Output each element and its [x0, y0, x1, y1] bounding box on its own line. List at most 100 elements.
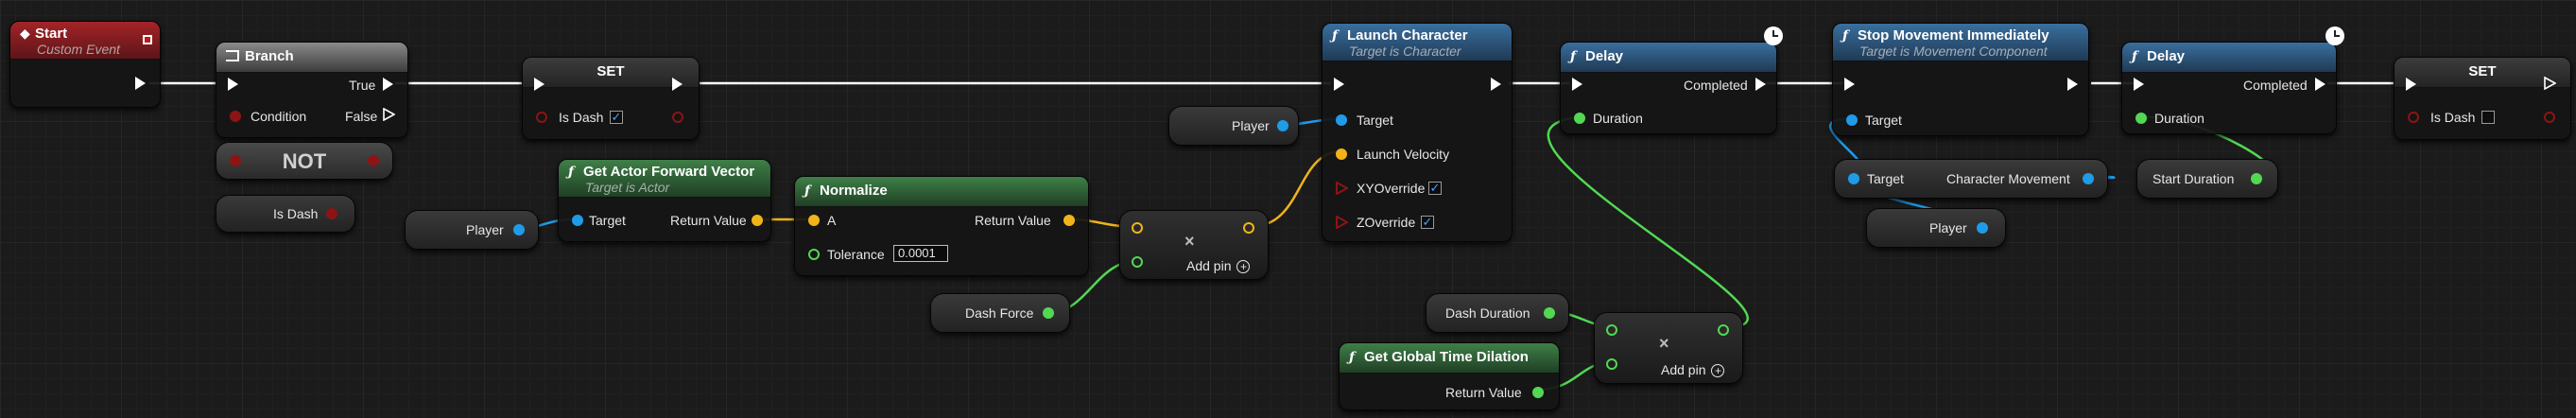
set-1-exec-out-pin[interactable] — [672, 78, 683, 91]
dash-force-variable-node[interactable]: Dash Force — [930, 293, 1070, 333]
delay-1-completed-pin[interactable] — [1755, 78, 1766, 91]
stop-movement-immediately-node[interactable]: ƒ Stop Movement Immediately Target is Mov… — [1832, 23, 2089, 136]
launch-target-pin[interactable] — [1336, 114, 1347, 126]
is-dash-getter-node[interactable]: Is Dash — [216, 195, 355, 233]
set-2-exec-in-pin[interactable] — [2406, 78, 2416, 91]
set-1-title: SET — [596, 63, 625, 79]
delay-2-title: Delay — [2147, 48, 2186, 64]
forward-title: Get Actor Forward Vector — [583, 164, 755, 180]
multiply-1-out-pin[interactable] — [1243, 222, 1254, 234]
wire-mul-duration — [1547, 115, 1749, 329]
launch-z-override-checkbox[interactable]: ✓ — [1421, 216, 1434, 229]
start-exec-out-pin[interactable] — [135, 77, 146, 90]
branch-exec-in-pin[interactable] — [228, 78, 238, 91]
normalize-header: ƒ Normalize — [795, 177, 1088, 207]
forward-subtitle: Target is Actor — [585, 180, 670, 195]
multiply-icon: × — [1659, 334, 1669, 353]
launch-exec-out-pin[interactable] — [1491, 78, 1501, 91]
delay-2-duration-pin[interactable] — [2135, 113, 2147, 124]
branch-node[interactable]: Branch Condition True False — [216, 42, 408, 138]
launch-z-override-pin[interactable] — [1336, 216, 1348, 229]
player-variable-node-2[interactable]: Player — [1168, 106, 1299, 146]
normalize-tolerance-input[interactable]: 0.0001 — [893, 245, 948, 262]
multiply-1-b-pin[interactable] — [1132, 256, 1143, 268]
stop-movement-exec-in-pin[interactable] — [1844, 78, 1855, 91]
multiply-2-add-pin-button[interactable]: Add pin + — [1661, 362, 1725, 377]
get-global-time-dilation-node[interactable]: ƒ Get Global Time Dilation Return Value — [1339, 342, 1560, 410]
stop-movement-exec-out-pin[interactable] — [2067, 78, 2078, 91]
player-2-out-pin[interactable] — [1277, 120, 1288, 131]
launch-velocity-pin[interactable] — [1336, 148, 1347, 160]
function-icon: ƒ — [1570, 49, 1577, 64]
set-1-is-dash-in-pin[interactable] — [536, 112, 547, 123]
stop-movement-target-pin[interactable] — [1846, 114, 1858, 126]
launch-xy-override-pin[interactable] — [1336, 182, 1348, 195]
start-duration-out-pin[interactable] — [2251, 173, 2262, 184]
multiply-1-add-pin-button[interactable]: Add pin + — [1186, 258, 1251, 273]
delay-2-completed-pin[interactable] — [2315, 78, 2325, 91]
player-3-out-pin[interactable] — [1977, 222, 1988, 234]
set-1-is-dash-out-pin[interactable] — [672, 112, 683, 123]
delay-1-exec-in-pin[interactable] — [1572, 78, 1582, 91]
forward-target-pin[interactable] — [572, 215, 583, 226]
set-1-is-dash-checkbox[interactable]: ✓ — [610, 111, 623, 124]
delay-node-1[interactable]: ƒ Delay Completed Duration — [1560, 42, 1777, 134]
set-2-exec-out-pin[interactable] — [2544, 77, 2556, 90]
forward-target-label: Target — [589, 213, 626, 228]
launch-character-node[interactable]: ƒ Launch Character Target is Character Ta… — [1322, 23, 1513, 242]
multiply-node-1[interactable]: × Add pin + — [1119, 210, 1269, 280]
not-out-pin[interactable] — [368, 155, 379, 166]
branch-condition-label: Condition — [251, 109, 307, 124]
character-movement-target-pin[interactable] — [1848, 173, 1859, 184]
multiply-2-b-pin[interactable] — [1606, 358, 1617, 370]
player-variable-node-1[interactable]: Player — [405, 210, 539, 250]
set-is-dash-node-1[interactable]: SET Is Dash ✓ — [522, 57, 700, 140]
set-is-dash-node-2[interactable]: SET Is Dash — [2394, 57, 2571, 140]
set-2-is-dash-checkbox[interactable] — [2481, 111, 2495, 124]
dash-duration-out-pin[interactable] — [1544, 307, 1555, 319]
delay-1-duration-pin[interactable] — [1574, 113, 1585, 124]
delay-2-exec-in-pin[interactable] — [2134, 78, 2144, 91]
set-2-is-dash-in-pin[interactable] — [2408, 112, 2419, 123]
player-variable-node-3[interactable]: Player — [1866, 208, 2006, 248]
delay-1-completed-label: Completed — [1684, 78, 1748, 93]
normalize-title: Normalize — [820, 183, 888, 199]
time-dilation-return-pin[interactable] — [1532, 387, 1544, 398]
get-actor-forward-vector-node[interactable]: ƒ Get Actor Forward Vector Target is Acto… — [558, 159, 771, 242]
normalize-return-pin[interactable] — [1063, 215, 1075, 226]
launch-xy-override-checkbox[interactable]: ✓ — [1428, 182, 1442, 195]
character-movement-node[interactable]: Target Character Movement — [1834, 159, 2108, 199]
branch-false-pin[interactable] — [383, 108, 395, 121]
stop-movement-title: Stop Movement Immediately — [1858, 27, 2049, 44]
normalize-a-pin[interactable] — [808, 215, 820, 226]
time-dilation-return-label: Return Value — [1445, 385, 1522, 400]
forward-return-pin[interactable] — [752, 215, 763, 226]
multiply-1-a-pin[interactable] — [1132, 222, 1143, 234]
dash-duration-variable-node[interactable]: Dash Duration — [1426, 293, 1569, 333]
normalize-tolerance-pin[interactable] — [808, 249, 820, 260]
character-movement-out-pin[interactable] — [2083, 173, 2094, 184]
multiply-2-a-pin[interactable] — [1606, 324, 1617, 336]
normalize-node[interactable]: ƒ Normalize A Return Value Tolerance 0.00… — [794, 176, 1089, 276]
launch-target-label: Target — [1357, 113, 1393, 128]
is-dash-getter-out-pin[interactable] — [326, 208, 337, 219]
launch-exec-in-pin[interactable] — [1334, 78, 1344, 91]
branch-true-pin[interactable] — [383, 78, 393, 91]
not-node[interactable]: NOT — [216, 142, 393, 180]
event-delegate-pin[interactable] — [143, 35, 152, 44]
delay-1-duration-label: Duration — [1593, 111, 1643, 126]
function-icon: ƒ — [2132, 49, 2138, 64]
multiply-2-out-pin[interactable] — [1718, 324, 1729, 336]
dash-force-out-pin[interactable] — [1043, 307, 1054, 319]
set-1-exec-in-pin[interactable] — [534, 78, 545, 91]
launch-header: ƒ Launch Character Target is Character — [1323, 24, 1512, 61]
start-duration-variable-node[interactable]: Start Duration — [2136, 159, 2278, 199]
delay-node-2[interactable]: ƒ Delay Completed Duration — [2121, 42, 2337, 134]
set-2-is-dash-out-pin[interactable] — [2544, 112, 2555, 123]
branch-condition-pin[interactable] — [230, 111, 241, 122]
player-1-out-pin[interactable] — [513, 224, 525, 235]
forward-header: ƒ Get Actor Forward Vector Target is Acto… — [559, 160, 770, 198]
multiply-node-2[interactable]: × Add pin + — [1594, 312, 1743, 384]
function-icon: ƒ — [1842, 28, 1849, 44]
start-event-node[interactable]: ◆ Start Custom Event — [9, 21, 161, 108]
